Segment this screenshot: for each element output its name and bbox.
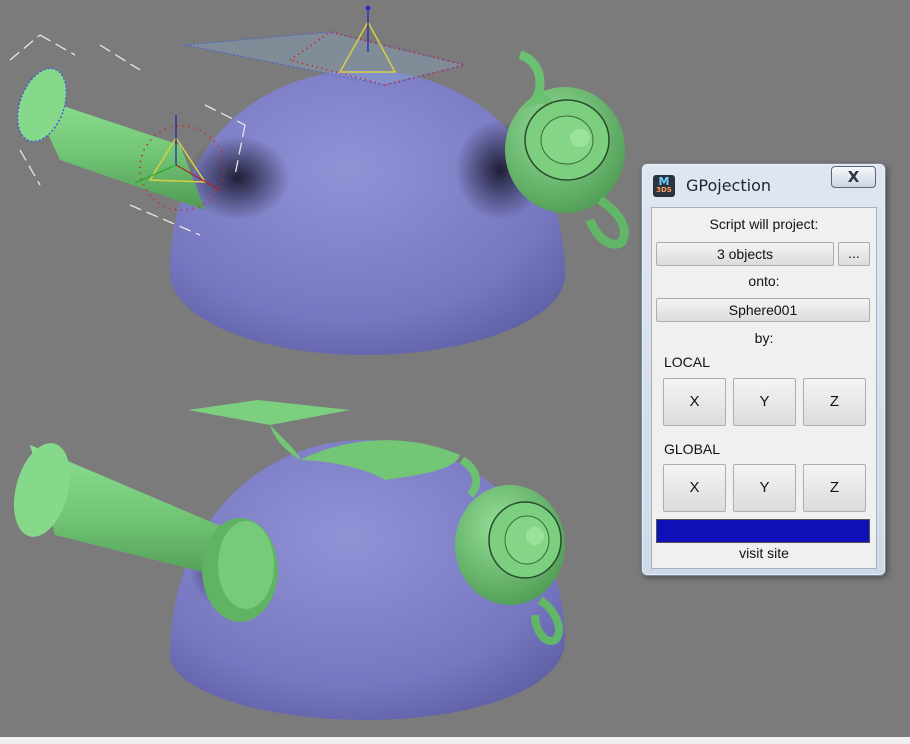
3ds-max-logo-icon: M 3DS <box>653 175 675 197</box>
global-y-button[interactable]: Y <box>733 464 796 512</box>
title-bar[interactable]: M 3DS GPojection X <box>642 164 885 200</box>
local-z-button[interactable]: Z <box>803 378 866 426</box>
progress-bar <box>656 519 870 543</box>
gprojection-dialog: M 3DS GPojection X Script will project: … <box>641 163 886 576</box>
browse-objects-button[interactable]: ... <box>838 242 870 266</box>
script-will-project-label: Script will project: <box>709 216 819 232</box>
local-label: LOCAL <box>664 354 710 370</box>
global-label: GLOBAL <box>664 441 721 457</box>
local-y-button[interactable]: Y <box>733 378 796 426</box>
global-x-button[interactable]: X <box>663 464 726 512</box>
sphere001-top[interactable] <box>170 70 565 355</box>
objects-button[interactable]: 3 objects <box>656 242 834 266</box>
cylinder-bottom[interactable] <box>4 437 278 622</box>
target-object-button[interactable]: Sphere001 <box>656 298 870 322</box>
global-z-button[interactable]: Z <box>803 464 866 512</box>
plane-top[interactable] <box>184 5 466 87</box>
by-label: by: <box>754 330 774 346</box>
local-x-button[interactable]: X <box>663 378 726 426</box>
top-scene <box>9 5 629 355</box>
close-button[interactable]: X <box>831 166 876 188</box>
bottom-strip <box>0 737 910 744</box>
onto-label: onto: <box>748 273 780 289</box>
progress-fill <box>657 520 869 542</box>
dialog-title: GPojection <box>686 176 771 195</box>
visit-site-link[interactable]: visit site <box>652 545 876 561</box>
rollout-panel: Script will project: 3 objects ... onto:… <box>651 207 877 569</box>
bottom-scene <box>4 400 565 720</box>
